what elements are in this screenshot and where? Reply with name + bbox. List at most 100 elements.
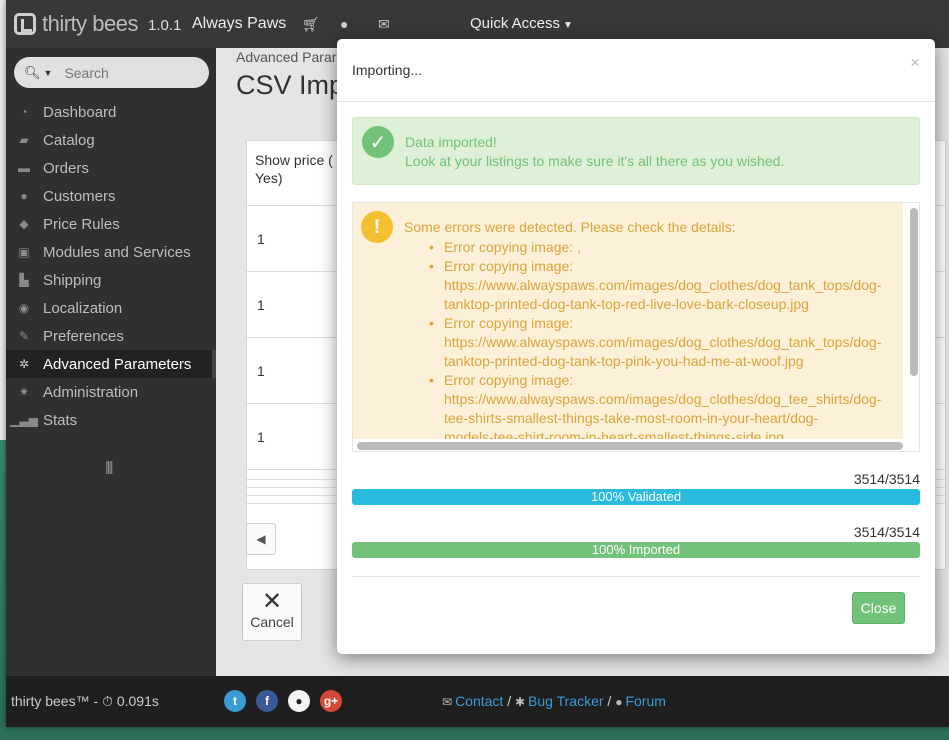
sidebar-item-shipping[interactable]: ▙ Shipping bbox=[6, 266, 216, 294]
breadcrumb[interactable]: Advanced Parar bbox=[236, 49, 336, 65]
page-title: CSV Imp bbox=[236, 70, 345, 100]
tags-icon: ◆ bbox=[19, 217, 29, 231]
modal-close-icon[interactable]: × bbox=[910, 53, 920, 73]
book-icon: ▰ bbox=[19, 133, 29, 147]
sidebar-item-label: Stats bbox=[43, 411, 78, 429]
cogs-icon: ✲ bbox=[18, 357, 30, 371]
modal-header: Importing... × bbox=[337, 39, 935, 102]
search-input[interactable] bbox=[64, 64, 185, 81]
sidebar-item-modules[interactable]: ▣ Modules and Services bbox=[6, 238, 216, 266]
shop-name-link[interactable]: Always Paws bbox=[192, 15, 286, 33]
users-icon: ● bbox=[20, 189, 28, 203]
list-item: Error copying image: https://www.alwayspa… bbox=[429, 314, 903, 371]
sidebar-item-label: Dashboard bbox=[43, 103, 117, 121]
success-title: Data imported! bbox=[405, 134, 497, 150]
cog-icon: ✷ bbox=[18, 385, 30, 399]
forum-link[interactable]: Forum bbox=[625, 693, 665, 709]
search-icon[interactable]: 🔍︎ bbox=[24, 65, 41, 81]
bug-tracker-link[interactable]: Bug Tracker bbox=[528, 693, 603, 709]
sidebar-collapse-handle[interactable]: |||| bbox=[105, 458, 113, 474]
caret-down-icon[interactable]: ▼ bbox=[44, 68, 53, 78]
quick-access-dropdown[interactable]: Quick Access ▼ bbox=[470, 15, 573, 32]
facebook-icon[interactable]: f bbox=[256, 690, 278, 712]
error-url: tee-shirts-smallest-things-take-most-roo… bbox=[444, 410, 819, 426]
warning-alert: ! Some errors were detected. Please chec… bbox=[353, 203, 903, 439]
close-button[interactable]: Close bbox=[852, 592, 905, 624]
sidebar-item-label: Modules and Services bbox=[43, 243, 191, 261]
sidebar-item-dashboard[interactable]: ◔ Dashboard bbox=[6, 98, 216, 126]
google-plus-icon[interactable]: g+ bbox=[320, 690, 342, 712]
success-alert: ✓ Data imported! Look at your listings t… bbox=[352, 117, 920, 185]
sidebar-item-customers[interactable]: ● Customers bbox=[6, 182, 216, 210]
previous-page-button[interactable]: ◀ bbox=[246, 523, 276, 555]
error-text: Error copying image: , bbox=[444, 239, 581, 255]
modal-title: Importing... bbox=[352, 62, 423, 78]
contact-link[interactable]: Contact bbox=[455, 693, 503, 709]
sidebar-item-orders[interactable]: ▬ Orders bbox=[6, 154, 216, 182]
globe-icon: ◉ bbox=[18, 301, 30, 315]
footer: thirty bees™ - ⏱ 0.091s t f ● g+ ✉ Contac… bbox=[6, 676, 949, 727]
github-icon[interactable]: ● bbox=[288, 690, 310, 712]
wrench-icon: ✎ bbox=[18, 329, 30, 343]
chevron-left-icon: ◀ bbox=[256, 532, 266, 546]
sidebar-item-preferences[interactable]: ✎ Preferences bbox=[6, 322, 216, 350]
close-icon: ✕ bbox=[261, 588, 283, 615]
divider bbox=[352, 576, 920, 577]
validated-count: 3514/3514 bbox=[853, 471, 920, 487]
caret-down-icon: ▼ bbox=[563, 20, 573, 31]
bar-chart-icon: ▁▃▅ bbox=[10, 413, 38, 427]
sidebar-item-label: Price Rules bbox=[43, 215, 120, 233]
logo[interactable]: thirty bees 1.0.1 bbox=[14, 11, 181, 37]
scrollbar-thumb[interactable] bbox=[910, 208, 918, 376]
cart-icon[interactable]: 🛒︎ bbox=[302, 16, 320, 33]
bug-icon: ✱ bbox=[514, 695, 526, 709]
error-text: Error copying image: bbox=[444, 372, 574, 388]
import-progress-bar: 100% Imported bbox=[352, 542, 920, 558]
list-item: Error copying image: https://www.alwayspa… bbox=[429, 257, 903, 314]
scrollbar-thumb[interactable] bbox=[357, 442, 903, 450]
error-text: Error copying image: bbox=[444, 258, 574, 274]
twitter-icon[interactable]: t bbox=[224, 690, 246, 712]
sidebar-item-catalog[interactable]: ▰ Catalog bbox=[6, 126, 216, 154]
warning-scroll-container[interactable]: ! Some errors were detected. Please chec… bbox=[352, 202, 920, 452]
sidebar-item-stats[interactable]: ▁▃▅ Stats bbox=[6, 406, 216, 434]
check-circle-icon: ✓ bbox=[362, 126, 394, 158]
quick-access-label: Quick Access bbox=[470, 15, 561, 32]
sidebar-item-advanced-parameters[interactable]: ✲ Advanced Parameters bbox=[6, 350, 216, 378]
error-url: https://www.alwayspaws.com/images/dog_cl… bbox=[444, 277, 882, 293]
sidebar-item-label: Preferences bbox=[43, 327, 124, 345]
validation-progress-bar: 100% Validated bbox=[352, 489, 920, 505]
sidebar-item-label: Shipping bbox=[43, 271, 102, 289]
imported-count: 3514/3514 bbox=[853, 524, 920, 540]
cancel-button[interactable]: ✕ Cancel bbox=[242, 583, 302, 641]
sidebar-item-label: Catalog bbox=[43, 131, 95, 149]
sidebar-item-price-rules[interactable]: ◆ Price Rules bbox=[6, 210, 216, 238]
sidebar-item-administration[interactable]: ✷ Administration bbox=[6, 378, 216, 406]
envelope-icon[interactable]: ✉ bbox=[378, 16, 390, 33]
sidebar-item-label: Administration bbox=[43, 383, 139, 401]
table-cell: 1 bbox=[257, 231, 265, 247]
sidebar-item-localization[interactable]: ◉ Localization bbox=[6, 294, 216, 322]
progress-fill: 100% Imported bbox=[352, 542, 920, 558]
column-header-show-price: Show price ( Yes) bbox=[255, 151, 345, 187]
sidebar-nav: ◔ Dashboard ▰ Catalog ▬ Orders ● Customers ◆… bbox=[6, 98, 216, 434]
dashboard-icon: ◔ bbox=[20, 105, 28, 119]
horizontal-scrollbar[interactable] bbox=[357, 441, 903, 450]
list-item: Error copying image: , bbox=[429, 238, 903, 257]
sidebar-item-label: Localization bbox=[43, 299, 123, 317]
separator: / bbox=[507, 693, 512, 709]
progress-fill: 100% Validated bbox=[352, 489, 920, 505]
footer-links: ✉ Contact / ✱ Bug Tracker / ● Forum bbox=[442, 693, 666, 709]
error-url: https://www.alwayspaws.com/images/dog_cl… bbox=[444, 391, 882, 407]
separator: / bbox=[607, 693, 612, 709]
sidebar-item-label: Customers bbox=[43, 187, 116, 205]
sidebar-item-label: Orders bbox=[43, 159, 89, 177]
error-url: tanktop-printed-dog-tank-top-pink-you-ha… bbox=[444, 353, 804, 369]
user-icon[interactable]: ● bbox=[340, 16, 348, 32]
exclamation-circle-icon: ! bbox=[361, 211, 393, 243]
list-item: Error copying image: https://www.alwayspa… bbox=[429, 371, 903, 439]
search-box[interactable]: 🔍︎ ▼ bbox=[14, 57, 209, 88]
vertical-scrollbar[interactable] bbox=[910, 206, 918, 448]
comments-icon: ● bbox=[615, 695, 623, 709]
envelope-icon: ✉ bbox=[442, 695, 453, 709]
